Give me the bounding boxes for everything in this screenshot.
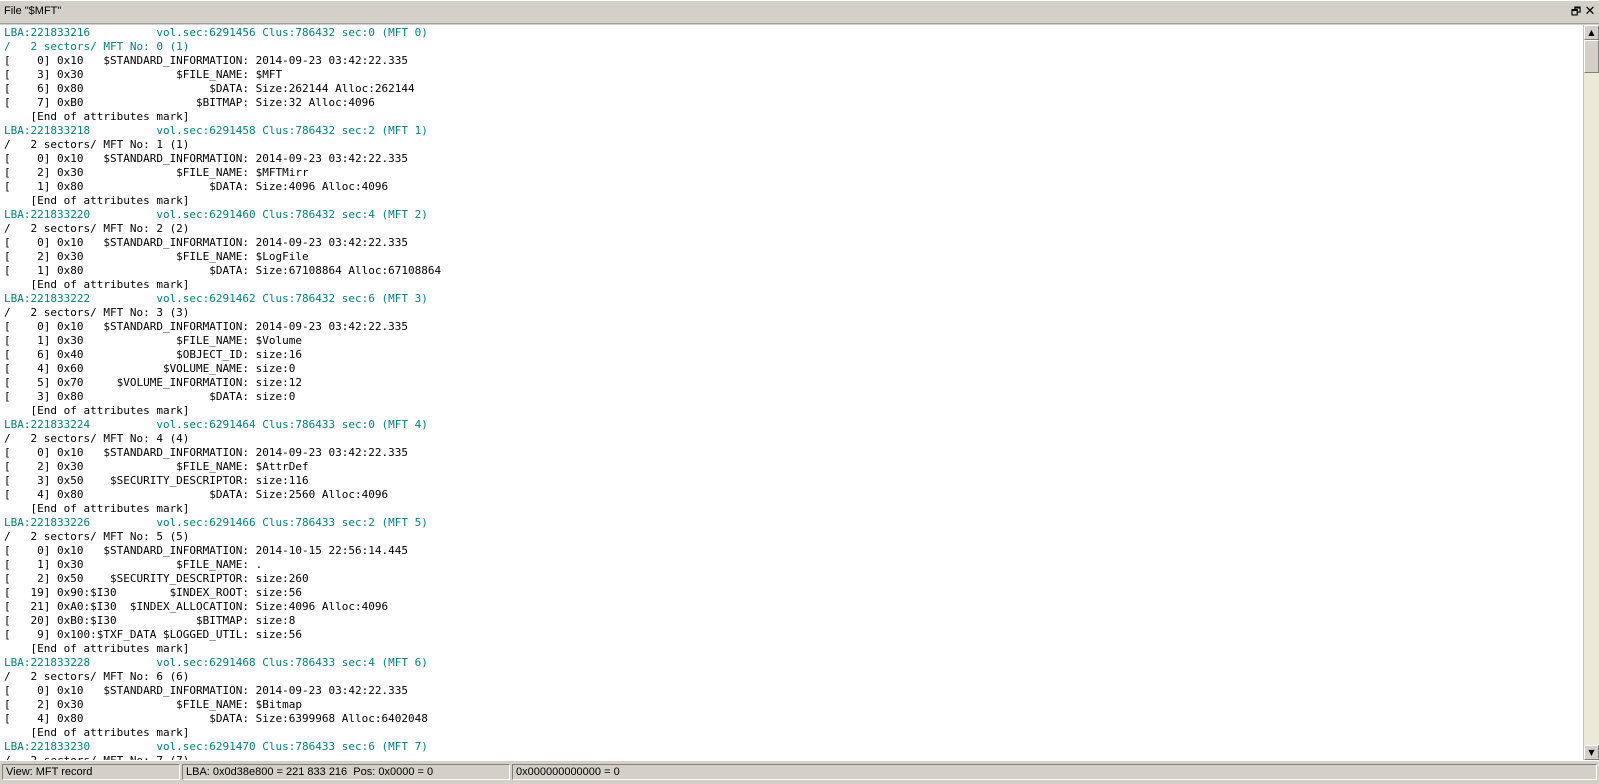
record-header-line: LBA:221833226 vol.sec:6291466 Clus:78643… — [4, 516, 428, 529]
record-line: [ 2] 0x50 $SECURITY_DESCRIPTOR: size:260 — [4, 572, 309, 585]
record-line: [ 0] 0x10 $STANDARD_INFORMATION: 2014-09… — [4, 236, 408, 249]
record-line: / 2 sectors/ MFT No: 2 (2) — [4, 222, 190, 235]
close-window-icon[interactable]: ✕ — [1582, 4, 1598, 20]
record-header-line: LBA:221833218 vol.sec:6291458 Clus:78643… — [4, 124, 428, 137]
record-header-line: LBA:221833220 vol.sec:6291460 Clus:78643… — [4, 208, 428, 221]
record-line: [End of attributes mark] — [4, 278, 190, 291]
record-line: / 2 sectors/ MFT No: 5 (5) — [4, 530, 190, 543]
record-line: [ 6] 0x80 $DATA: Size:262144 Alloc:26214… — [4, 82, 415, 95]
record-header-line: LBA:221833216 vol.sec:6291456 Clus:78643… — [4, 26, 428, 39]
record-line: [ 2] 0x30 $FILE_NAME: $MFTMirr — [4, 166, 309, 179]
status-value: 0x000000000000 = 0 — [512, 764, 1597, 780]
record-header-line: LBA:221833228 vol.sec:6291468 Clus:78643… — [4, 656, 428, 669]
window-titlebar: File "$MFT" 🗗 ✕ — [0, 0, 1599, 24]
record-line: [ 2] 0x30 $FILE_NAME: $LogFile — [4, 250, 309, 263]
record-line: [End of attributes mark] — [4, 502, 190, 515]
record-line: [End of attributes mark] — [4, 194, 190, 207]
scroll-down-icon[interactable]: ▼ — [1584, 745, 1599, 760]
record-line: [ 0] 0x10 $STANDARD_INFORMATION: 2014-10… — [4, 544, 408, 557]
record-line: [ 4] 0x60 $VOLUME_NAME: size:0 — [4, 362, 296, 375]
window-title: File "$MFT" — [4, 5, 62, 17]
record-line: [ 21] 0xA0:$I30 $INDEX_ALLOCATION: Size:… — [4, 600, 389, 613]
record-header-line: / 2 sectors/ MFT No: 0 (1) — [4, 40, 190, 53]
record-line: [ 0] 0x10 $STANDARD_INFORMATION: 2014-09… — [4, 54, 408, 67]
record-line: [ 7] 0xB0 $BITMAP: Size:32 Alloc:4096 — [4, 96, 375, 109]
record-line: [ 0] 0x10 $STANDARD_INFORMATION: 2014-09… — [4, 152, 408, 165]
record-line: [ 3] 0x30 $FILE_NAME: $MFT — [4, 68, 283, 81]
record-line: [ 4] 0x80 $DATA: Size:2560 Alloc:4096 — [4, 488, 389, 501]
record-line: [ 9] 0x100:$TXF_DATA $LOGGED_UTIL: size:… — [4, 628, 303, 641]
record-line: / 2 sectors/ MFT No: 6 (6) — [4, 670, 190, 683]
scroll-thumb[interactable] — [1584, 40, 1599, 73]
record-line: / 2 sectors/ MFT No: 4 (4) — [4, 432, 190, 445]
record-line: / 2 sectors/ MFT No: 3 (3) — [4, 306, 190, 319]
record-line: [End of attributes mark] — [4, 110, 190, 123]
record-line: [ 2] 0x30 $FILE_NAME: $Bitmap — [4, 698, 303, 711]
mft-record-lines: LBA:221833216 vol.sec:6291456 Clus:78643… — [4, 26, 441, 760]
record-header-line: LBA:221833230 vol.sec:6291470 Clus:78643… — [4, 740, 428, 753]
scroll-up-icon[interactable]: ▲ — [1584, 25, 1599, 40]
record-line: [ 1] 0x80 $DATA: Size:4096 Alloc:4096 — [4, 180, 389, 193]
record-line: [ 0] 0x10 $STANDARD_INFORMATION: 2014-09… — [4, 320, 408, 333]
status-bar: View: MFT record LBA: 0x0d38e800 = 221 8… — [0, 760, 1599, 784]
mft-record-view[interactable]: LBA:221833216 vol.sec:6291456 Clus:78643… — [0, 25, 1583, 760]
record-line: [ 5] 0x70 $VOLUME_INFORMATION: size:12 — [4, 376, 303, 389]
record-line: [ 1] 0x30 $FILE_NAME: . — [4, 558, 263, 571]
record-line: [ 0] 0x10 $STANDARD_INFORMATION: 2014-09… — [4, 446, 408, 459]
record-line: [ 1] 0x30 $FILE_NAME: $Volume — [4, 334, 303, 347]
record-line: [ 3] 0x50 $SECURITY_DESCRIPTOR: size:116 — [4, 474, 309, 487]
record-line: [ 6] 0x40 $OBJECT_ID: size:16 — [4, 348, 303, 361]
record-line: [End of attributes mark] — [4, 642, 190, 655]
status-view-mode: View: MFT record — [2, 764, 180, 780]
record-header-line: LBA:221833222 vol.sec:6291462 Clus:78643… — [4, 292, 428, 305]
record-line: [ 4] 0x80 $DATA: Size:6399968 Alloc:6402… — [4, 712, 428, 725]
record-line: [ 19] 0x90:$I30 $INDEX_ROOT: size:56 — [4, 586, 303, 599]
record-line: [ 2] 0x30 $FILE_NAME: $AttrDef — [4, 460, 309, 473]
record-header-line: LBA:221833224 vol.sec:6291464 Clus:78643… — [4, 418, 428, 431]
record-line: [End of attributes mark] — [4, 404, 190, 417]
vertical-scrollbar[interactable]: ▲ ▼ — [1583, 25, 1599, 760]
record-line: [ 3] 0x80 $DATA: size:0 — [4, 390, 296, 403]
record-line: [ 1] 0x80 $DATA: Size:67108864 Alloc:671… — [4, 264, 442, 277]
record-line: [ 20] 0xB0:$I30 $BITMAP: size:8 — [4, 614, 296, 627]
record-line: / 2 sectors/ MFT No: 1 (1) — [4, 138, 190, 151]
record-line: [ 0] 0x10 $STANDARD_INFORMATION: 2014-09… — [4, 684, 408, 697]
status-lba-position: LBA: 0x0d38e800 = 221 833 216 Pos: 0x000… — [182, 764, 510, 780]
record-line: [End of attributes mark] — [4, 726, 190, 739]
